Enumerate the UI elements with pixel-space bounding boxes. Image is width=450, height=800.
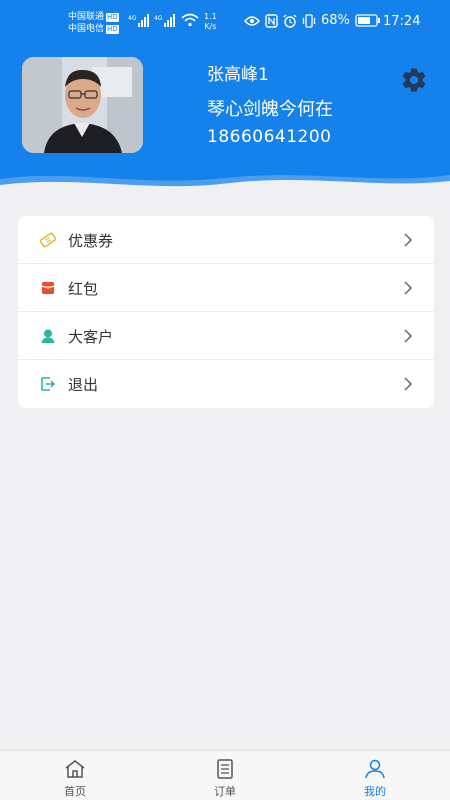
user-name: 张高峰1 (207, 65, 269, 85)
chevron-right-icon (404, 281, 413, 295)
alarm-icon (283, 14, 297, 28)
vibrate-icon (302, 13, 316, 28)
header-wave (0, 175, 450, 192)
tab-home[interactable]: 首页 (35, 751, 115, 800)
status-bar: 中国联通 HD 中国电信 HD 4G 4G 1.1 K/s 68% 17:24 (0, 0, 450, 44)
logout-icon (41, 377, 56, 391)
eye-icon (244, 15, 260, 26)
carrier-2: 中国电信 (68, 24, 105, 34)
tab-mine[interactable]: 我的 (335, 751, 415, 800)
order-list-icon (217, 759, 233, 779)
battery-percent: 68% (321, 13, 350, 28)
bottom-tab-bar: 首页 订单 我的 (0, 750, 450, 800)
svg-text:4G: 4G (154, 15, 163, 22)
menu-item-red-packet[interactable]: 红包 (18, 264, 434, 312)
profile-header: 中国联通 HD 中国电信 HD 4G 4G 1.1 K/s 68% 17:24 … (0, 0, 450, 192)
carrier-info: 中国联通 HD 中国电信 HD (68, 11, 119, 35)
tab-label: 订单 (214, 785, 236, 798)
red-packet-icon (41, 282, 55, 294)
tab-label: 首页 (64, 785, 86, 798)
coupon-icon (40, 232, 56, 248)
avatar[interactable] (22, 57, 143, 153)
clock: 17:24 (383, 14, 421, 29)
profile-icon (365, 759, 385, 779)
tab-label: 我的 (364, 785, 386, 798)
user-motto: 琴心剑魄今何在 (207, 99, 333, 120)
nfc-icon (265, 13, 278, 28)
chevron-right-icon (404, 329, 413, 343)
menu-item-logout[interactable]: 退出 (18, 360, 434, 408)
menu-card: 优惠券 红包 大客户 退出 (18, 216, 434, 408)
menu-item-label: 退出 (68, 376, 99, 394)
hd-badge: HD (106, 25, 119, 34)
menu-item-label: 红包 (68, 280, 99, 298)
tab-orders[interactable]: 订单 (185, 751, 265, 800)
user-icon (41, 329, 55, 343)
signal-icon: 4G (154, 14, 175, 27)
chevron-right-icon (404, 233, 413, 247)
menu-item-label: 优惠券 (68, 232, 114, 250)
svg-text:4G: 4G (128, 15, 137, 22)
battery-icon (355, 14, 380, 27)
chevron-right-icon (404, 377, 413, 391)
hd-badge: HD (106, 13, 119, 22)
settings-gear-icon[interactable] (400, 66, 428, 94)
avatar-photo (22, 57, 143, 153)
menu-item-label: 大客户 (68, 328, 114, 346)
wifi-icon (181, 13, 199, 27)
menu-item-coupon[interactable]: 优惠券 (18, 216, 434, 264)
carrier-1: 中国联通 (68, 12, 105, 22)
network-speed: 1.1 K/s (204, 12, 217, 31)
user-phone: 18660641200 (207, 127, 332, 147)
home-icon (65, 760, 85, 778)
signal-icon: 4G (128, 14, 149, 27)
menu-item-key-account[interactable]: 大客户 (18, 312, 434, 360)
